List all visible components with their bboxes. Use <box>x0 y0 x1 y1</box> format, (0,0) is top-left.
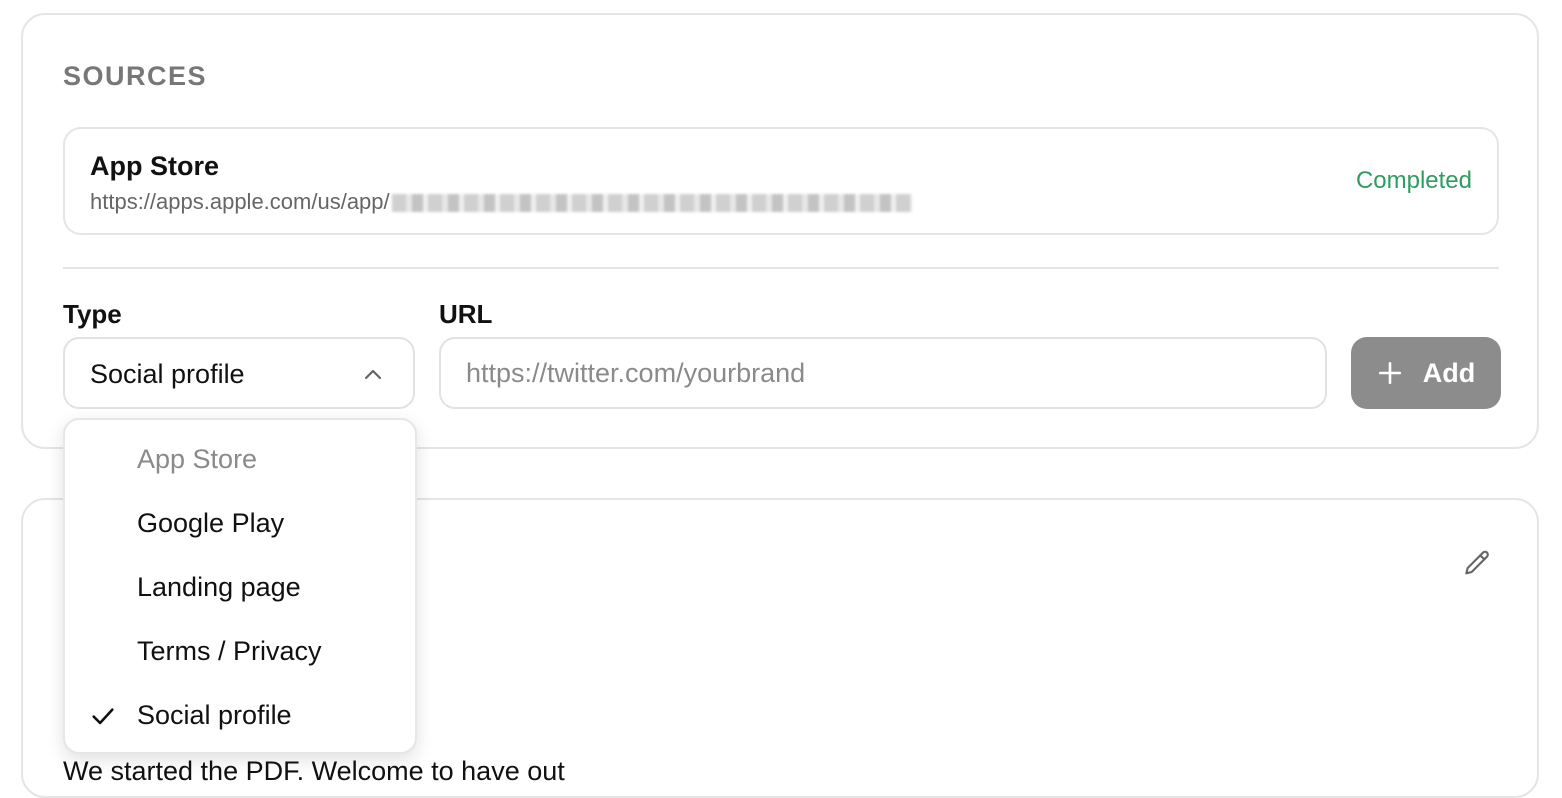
type-select-value: Social profile <box>90 359 245 389</box>
redacted-url-segment <box>391 194 912 213</box>
plus-icon <box>1378 361 1401 385</box>
type-label: Type <box>63 299 122 329</box>
sources-card: SOURCES App Store https://apps.apple.com… <box>21 13 1539 449</box>
status-completed: Completed <box>1355 167 1472 194</box>
details-text: We started the PDF. Welcome to have out <box>63 756 565 786</box>
dropdown-option-google-play[interactable]: Google Play <box>65 496 415 552</box>
chevron-up-icon <box>364 369 382 380</box>
dropdown-option-app-store: App Store <box>65 432 415 488</box>
dropdown-option-social-profile[interactable]: Social profile <box>65 688 415 744</box>
type-select[interactable]: Social profile <box>63 337 415 409</box>
option-label: Google Play <box>137 508 285 538</box>
divider <box>63 267 1499 269</box>
dropdown-option-landing-page[interactable]: Landing page <box>65 560 415 616</box>
option-label: App Store <box>137 444 258 474</box>
source-url-text: https://apps.apple.com/us/app/ <box>90 189 390 214</box>
url-label: URL <box>439 299 493 329</box>
type-dropdown-menu: App Store Google Play Landing page Terms… <box>63 418 417 754</box>
option-label: Social profile <box>137 700 292 730</box>
source-name: App Store <box>90 151 220 181</box>
sources-title: SOURCES <box>63 61 208 91</box>
option-label: Landing page <box>137 572 301 602</box>
check-icon <box>92 708 114 725</box>
source-item: App Store https://apps.apple.com/us/app/… <box>63 127 1499 235</box>
pencil-icon[interactable] <box>1461 548 1493 580</box>
add-button-label: Add <box>1422 357 1476 388</box>
add-button[interactable]: Add <box>1351 337 1501 409</box>
dropdown-option-terms-privacy[interactable]: Terms / Privacy <box>65 624 415 680</box>
url-input[interactable] <box>439 337 1327 409</box>
source-url: https://apps.apple.com/us/app/ <box>90 189 912 215</box>
option-label: Terms / Privacy <box>137 636 322 666</box>
